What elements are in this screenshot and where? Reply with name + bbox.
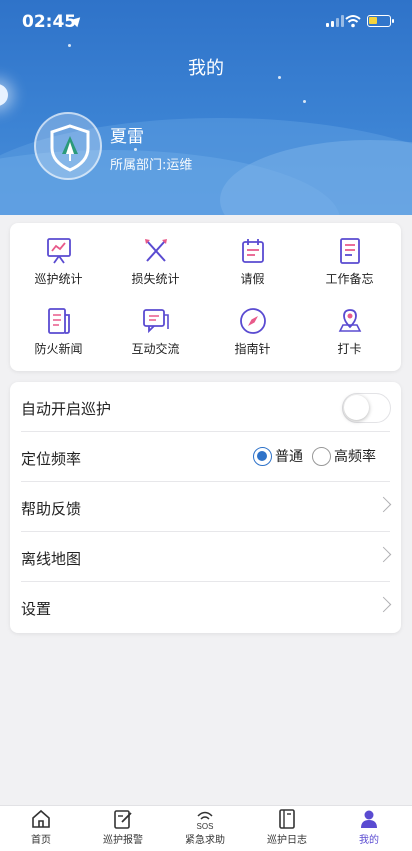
crossed-tools-icon: [144, 239, 167, 262]
shield-logo-icon: [50, 124, 90, 172]
grid-item-fire-news[interactable]: 防火新闻: [10, 307, 107, 357]
setting-label: 帮助反馈: [21, 500, 82, 518]
bottom-tab-bar: 首页 巡护报警 SOS 紧急求助 巡护日志 我的: [0, 805, 412, 851]
log-book-icon: [279, 809, 295, 829]
tab-label: 我的: [359, 835, 379, 846]
auto-patrol-toggle[interactable]: [342, 393, 391, 423]
compass-icon: [239, 308, 266, 334]
grid-item-label: 请假: [240, 272, 265, 286]
home-icon: [32, 809, 50, 828]
tab-label: 紧急求助: [185, 835, 225, 846]
star-decoration: [134, 148, 137, 151]
setting-label: 设置: [21, 600, 52, 618]
radio-high-frequency[interactable]: 高频率: [312, 446, 376, 466]
star-decoration: [68, 44, 71, 47]
avatar[interactable]: [34, 112, 102, 180]
setting-label: 定位频率: [21, 450, 82, 468]
settings-list: 自动开启巡护 定位频率 普通 高频率 帮助反馈 离线地图 设置: [10, 382, 401, 633]
signal-icon: [326, 15, 344, 27]
sos-icon: SOS: [197, 811, 214, 830]
chevron-right-icon: [375, 496, 392, 513]
moon-decoration: [0, 84, 8, 106]
grid-item-label: 防火新闻: [34, 342, 83, 356]
news-icon: [47, 308, 70, 334]
radio-label: 普通: [275, 449, 303, 465]
memo-icon: [339, 238, 360, 264]
radio-dot-icon: [253, 446, 272, 466]
calendar-icon: [241, 239, 264, 263]
radio-label: 高频率: [334, 449, 376, 465]
grid-item-label: 互动交流: [131, 342, 180, 356]
tab-emergency[interactable]: SOS 紧急求助: [164, 808, 246, 846]
setting-row-settings[interactable]: 设置: [10, 582, 401, 632]
grid-item-work-memo[interactable]: 工作备忘: [301, 237, 398, 287]
grid-item-label: 损失统计: [131, 272, 180, 286]
radio-dot-icon: [312, 446, 331, 466]
grid-item-label: 打卡: [337, 342, 362, 356]
feature-grid: 巡护统计 损失统计 请假 工作备忘 防火新闻 互动交流 指南针 打卡: [10, 223, 401, 371]
grid-item-leave[interactable]: 请假: [204, 237, 301, 287]
user-name: 夏雷: [110, 127, 144, 147]
status-time: 02:45: [22, 12, 77, 32]
tab-label: 首页: [31, 835, 51, 846]
setting-label: 离线地图: [21, 550, 82, 568]
setting-row-help-feedback[interactable]: 帮助反馈: [10, 482, 401, 532]
tab-mine[interactable]: 我的: [328, 808, 410, 846]
tab-home[interactable]: 首页: [0, 808, 82, 846]
status-bar: 02:45: [0, 0, 412, 44]
svg-text:SOS: SOS: [197, 822, 214, 830]
tab-patrol-log[interactable]: 巡护日志: [246, 808, 328, 846]
battery-icon: [367, 15, 394, 27]
grid-item-patrol-stats[interactable]: 巡护统计: [10, 237, 107, 287]
grid-item-label: 指南针: [234, 342, 271, 356]
setting-row-auto-patrol: 自动开启巡护: [10, 382, 401, 432]
tab-patrol-alarm[interactable]: 巡护报警: [82, 808, 164, 846]
grid-item-check-in[interactable]: 打卡: [301, 307, 398, 357]
setting-label: 自动开启巡护: [21, 400, 112, 418]
grid-item-compass[interactable]: 指南针: [204, 307, 301, 357]
profile-header: 02:45 我的 夏雷 所属部门:运维: [0, 0, 412, 215]
grid-item-interaction[interactable]: 互动交流: [107, 307, 204, 357]
tab-label: 巡护报警: [103, 835, 143, 846]
chat-icon: [142, 309, 169, 334]
tab-label: 巡护日志: [267, 835, 307, 846]
grid-item-label: 工作备忘: [325, 272, 374, 286]
grid-item-loss-stats[interactable]: 损失统计: [107, 237, 204, 287]
chevron-right-icon: [375, 546, 392, 563]
setting-row-offline-map[interactable]: 离线地图: [10, 532, 401, 582]
user-department: 所属部门:运维: [110, 158, 193, 173]
map-pin-icon: [338, 309, 361, 332]
grid-item-label: 巡护统计: [34, 272, 83, 286]
star-decoration: [303, 100, 306, 103]
chevron-right-icon: [375, 596, 392, 613]
chart-board-icon: [46, 238, 71, 264]
wifi-icon: [345, 15, 361, 28]
radio-normal[interactable]: 普通: [253, 446, 303, 466]
page-title: 我的: [188, 58, 224, 79]
setting-row-location-frequency: 定位频率 普通 高频率: [10, 432, 401, 482]
report-edit-icon: [114, 810, 132, 829]
person-icon: [361, 810, 377, 828]
